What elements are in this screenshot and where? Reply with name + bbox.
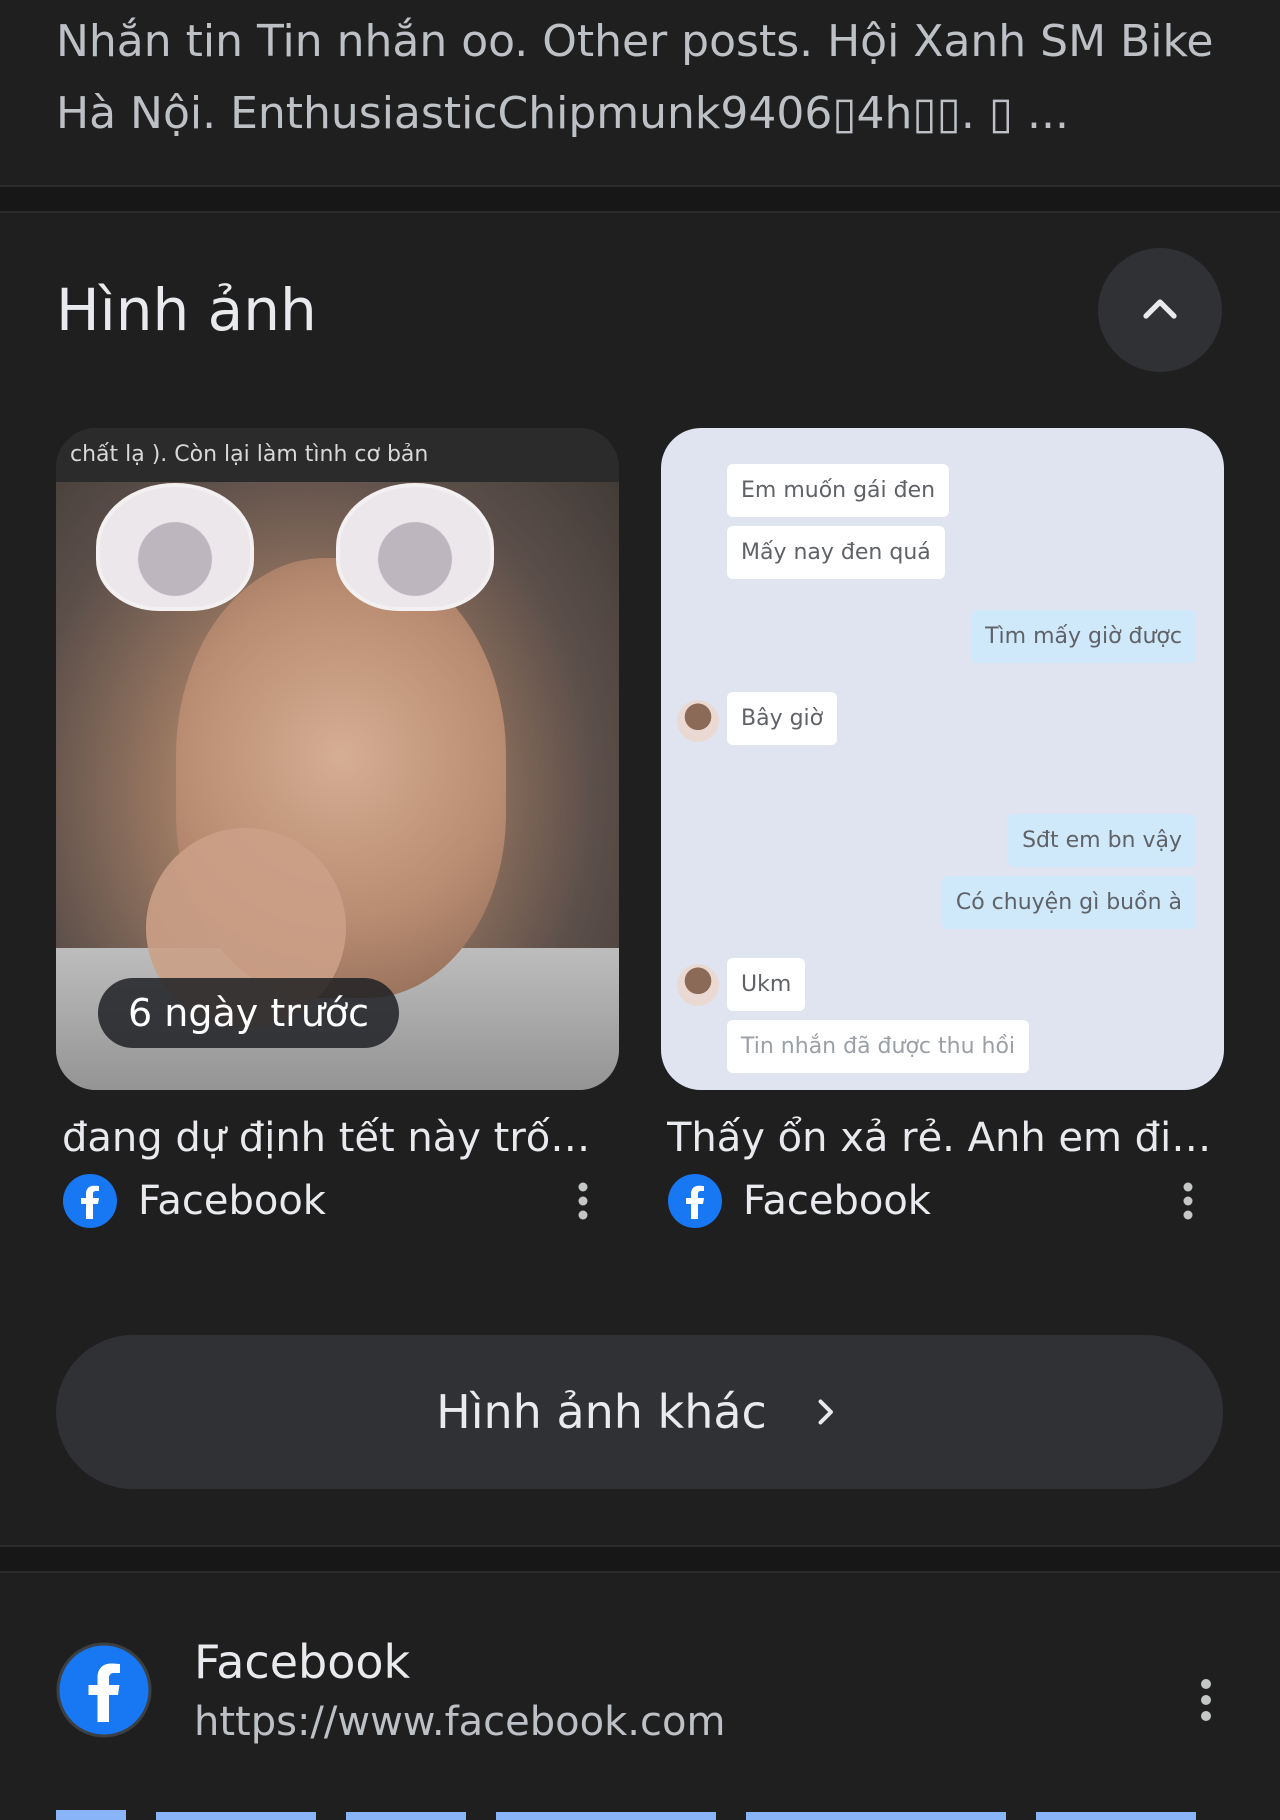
more-vert-icon bbox=[578, 1182, 588, 1220]
more-vert-icon bbox=[1183, 1182, 1193, 1220]
section-title: Hình ảnh bbox=[56, 276, 317, 344]
section-divider bbox=[0, 1545, 1280, 1573]
image-ear-right bbox=[336, 483, 494, 611]
chat-bubble: Có chuyện gì buồn à bbox=[941, 876, 1196, 929]
source-name: Facebook bbox=[743, 1178, 931, 1224]
collapse-button[interactable] bbox=[1098, 248, 1222, 372]
result-url[interactable]: https://www.facebook.com bbox=[194, 1694, 725, 1750]
image-ear-left bbox=[96, 483, 254, 611]
card-title[interactable]: đang dự định tết này trốn ... bbox=[62, 1110, 615, 1166]
facebook-icon bbox=[56, 1642, 152, 1738]
chevron-right-icon bbox=[818, 1399, 833, 1425]
chat-bubble: Tìm mấy giờ được bbox=[971, 610, 1196, 663]
card-title[interactable]: Thấy ổn xả rẻ. Anh em đi t... bbox=[667, 1110, 1220, 1166]
time-badge: 6 ngày trước bbox=[98, 978, 400, 1048]
result-image[interactable]: Em muốn gái đen Mấy nay đen quá Tìm mấy … bbox=[661, 428, 1224, 1090]
result-title-link-cut[interactable] bbox=[56, 1800, 1226, 1820]
card-source[interactable]: Facebook bbox=[667, 1170, 1220, 1232]
chat-bubble: Em muốn gái đen bbox=[727, 464, 950, 517]
chat-bubble: Sđt em bn vậy bbox=[1008, 814, 1196, 867]
more-options-button[interactable] bbox=[1168, 1170, 1208, 1232]
chevron-up-icon bbox=[1143, 299, 1177, 319]
result-site-name: Facebook bbox=[194, 1635, 411, 1689]
facebook-icon bbox=[668, 1174, 722, 1228]
chat-bubble: Bây giờ bbox=[727, 692, 838, 745]
more-vert-icon bbox=[1201, 1679, 1211, 1721]
section-divider bbox=[0, 185, 1280, 213]
cut-link-text bbox=[56, 1810, 1196, 1820]
image-result-card[interactable]: chất lạ ). Còn lại làm tình cơ bản 6 ngà… bbox=[56, 428, 619, 1228]
more-images-button[interactable]: Hình ảnh khác bbox=[56, 1335, 1223, 1489]
image-result-card[interactable]: Em muốn gái đen Mấy nay đen quá Tìm mấy … bbox=[661, 428, 1224, 1228]
search-snippet: Nhắn tin Tin nhắn oo. Other posts. Hội X… bbox=[56, 16, 1214, 139]
chat-bubble: Ukm bbox=[727, 958, 806, 1011]
search-result[interactable]: Facebook https://www.facebook.com bbox=[56, 1630, 1226, 1760]
more-options-button[interactable] bbox=[1186, 1670, 1226, 1730]
card-source[interactable]: Facebook bbox=[62, 1170, 615, 1232]
more-images-label: Hình ảnh khác bbox=[436, 1385, 767, 1439]
chat-bubble-recalled: Tin nhắn đã được thu hồi bbox=[727, 1020, 1030, 1073]
chat-bubble: Mấy nay đen quá bbox=[727, 526, 945, 579]
more-options-button[interactable] bbox=[563, 1170, 603, 1232]
chat-avatar bbox=[677, 964, 719, 1006]
image-caption-strip: chất lạ ). Còn lại làm tình cơ bản bbox=[56, 428, 619, 482]
facebook-icon bbox=[63, 1174, 117, 1228]
source-name: Facebook bbox=[138, 1178, 326, 1224]
chat-avatar bbox=[677, 700, 719, 742]
result-image[interactable]: chất lạ ). Còn lại làm tình cơ bản 6 ngà… bbox=[56, 428, 619, 1090]
